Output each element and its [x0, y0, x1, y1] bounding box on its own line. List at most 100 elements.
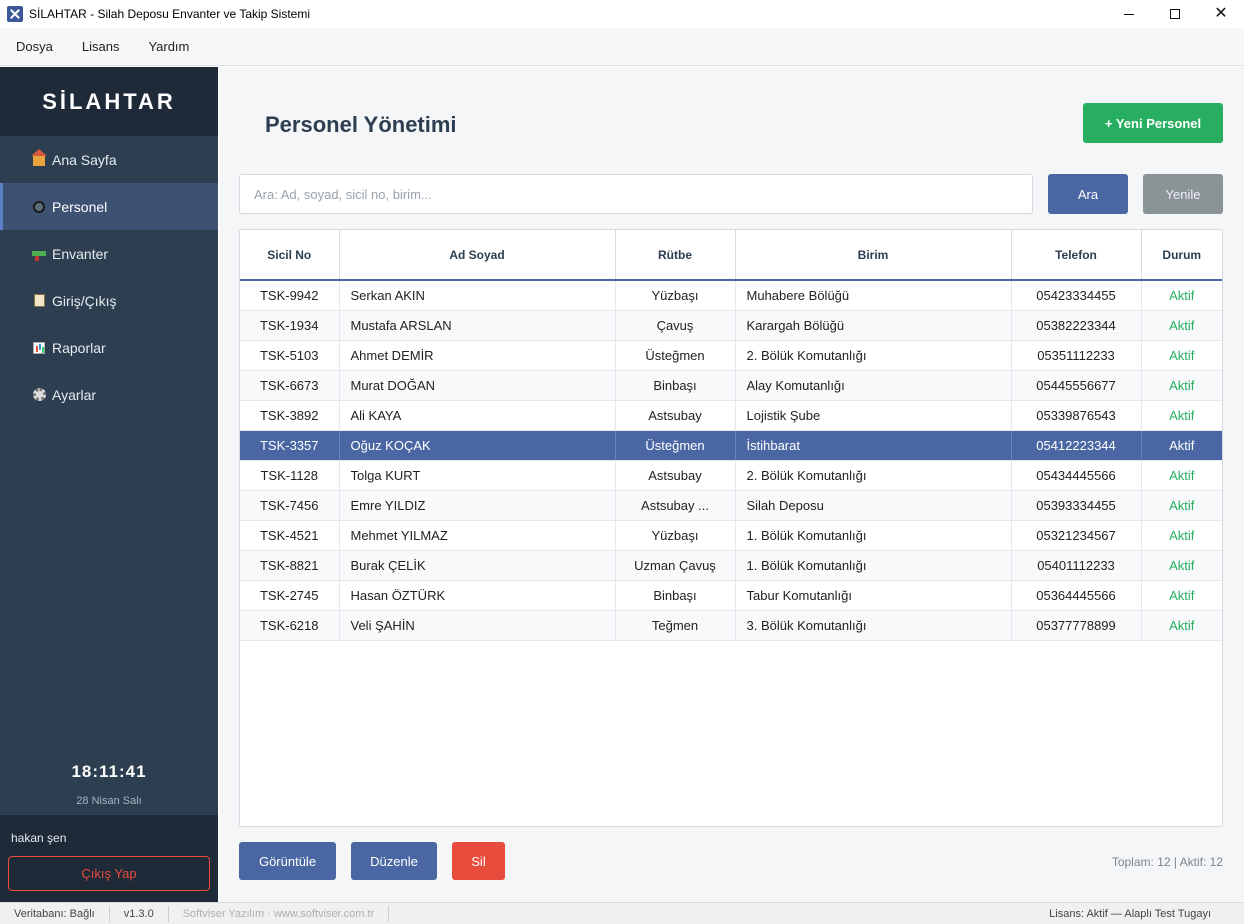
cell-birim: Muhabere Bölüğü [735, 280, 1012, 311]
table-row[interactable]: TSK-7456 Emre YILDIZ Astsubay ... Silah Dep… [240, 490, 1222, 521]
table-row[interactable]: TSK-6673 Murat DOĞAN Binbaşı Alay Komutanlı… [240, 370, 1222, 401]
view-button[interactable]: Görüntüle [239, 842, 336, 880]
cell-telefon: 05382223344 [1011, 310, 1142, 341]
column-header-ad-soyad[interactable]: Ad Soyad [339, 230, 616, 281]
cell-telefon: 05364445566 [1011, 580, 1142, 611]
cell-birim: 1. Bölük Komutanlığı [735, 550, 1012, 581]
menu-yardim[interactable]: Yardım [138, 39, 199, 54]
sidebar-item-ayarlar[interactable]: Ayarlar [0, 371, 218, 418]
sidebar-item-giris-cikis[interactable]: Giriş/Çıkış [0, 277, 218, 324]
user-name: hakan şen [11, 831, 67, 845]
table-row[interactable]: TSK-5103 Ahmet DEMİR Üsteğmen 2. Bölük Komu… [240, 340, 1222, 371]
rifle-icon [32, 247, 46, 261]
cell-ad-soyad: Oğuz KOÇAK [339, 430, 616, 461]
column-header-rutbe[interactable]: Rütbe [615, 230, 736, 281]
maximize-icon [1170, 9, 1180, 19]
cell-ad-soyad: Mehmet YILMAZ [339, 520, 616, 551]
sidebar-item-label: Giriş/Çıkış [52, 292, 117, 309]
sidebar-item-label: Ayarlar [52, 386, 97, 403]
cell-ad-soyad: Ali KAYA [339, 400, 616, 431]
minimize-button[interactable] [1106, 0, 1152, 28]
cell-telefon: 05377778899 [1011, 610, 1142, 641]
sidebar-item-envanter[interactable]: Envanter [0, 230, 218, 277]
cell-durum: Aktif [1141, 370, 1222, 401]
person-icon [32, 200, 46, 214]
menu-dosya[interactable]: Dosya [6, 39, 63, 54]
cell-rutbe: Binbaşı [615, 580, 736, 611]
cell-telefon: 05401112233 [1011, 550, 1142, 581]
page-title: Personel Yönetimi [265, 112, 457, 137]
sidebar-item-ana-sayfa[interactable]: Ana Sayfa [0, 136, 218, 183]
cell-telefon: 05339876543 [1011, 400, 1142, 431]
minimize-icon [1124, 13, 1134, 15]
cell-ad-soyad: Mustafa ARSLAN [339, 310, 616, 341]
cell-sicil-no: TSK-8821 [240, 550, 340, 581]
chart-icon [32, 341, 46, 355]
table-row[interactable]: TSK-8821 Burak ÇELİK Uzman Çavuş 1. Bölük K… [240, 550, 1222, 581]
clock: 18:11:41 [71, 762, 147, 781]
app-icon [7, 6, 23, 22]
search-button[interactable]: Ara [1048, 174, 1128, 214]
cell-durum: Aktif [1141, 340, 1222, 371]
cell-telefon: 05393334455 [1011, 490, 1142, 521]
cell-sicil-no: TSK-3357 [240, 430, 340, 461]
cell-rutbe: Çavuş [615, 310, 736, 341]
window-title: SİLAHTAR - Silah Deposu Envanter ve Taki… [29, 7, 311, 21]
cell-birim: 2. Bölük Komutanlığı [735, 460, 1012, 491]
menu-bar: Dosya Lisans Yardım [0, 28, 1244, 66]
table-body: TSK-9942 Serkan AKIN Yüzbaşı Muhabere Bölüğ… [240, 280, 1222, 641]
maximize-button[interactable] [1152, 0, 1198, 28]
gear-icon [32, 388, 46, 402]
cell-ad-soyad: Serkan AKIN [339, 280, 616, 311]
search-input[interactable] [239, 174, 1033, 214]
close-icon: ✕ [1214, 5, 1228, 22]
table-row[interactable]: TSK-4521 Mehmet YILMAZ Yüzbaşı 1. Bölük Kom… [240, 520, 1222, 551]
cell-durum: Aktif [1141, 520, 1222, 551]
window-controls: ✕ [1106, 0, 1244, 28]
sidebar-item-raporlar[interactable]: Raporlar [0, 324, 218, 371]
table-row[interactable]: TSK-3357 Oğuz KOÇAK Üsteğmen İstihbarat 0541… [240, 430, 1222, 461]
column-header-birim[interactable]: Birim [735, 230, 1012, 281]
cell-rutbe: Binbaşı [615, 370, 736, 401]
menu-lisans[interactable]: Lisans [72, 39, 130, 54]
cell-sicil-no: TSK-2745 [240, 580, 340, 611]
table-row[interactable]: TSK-1128 Tolga KURT Astsubay 2. Bölük Komut… [240, 460, 1222, 491]
cell-rutbe: Uzman Çavuş [615, 550, 736, 581]
cell-durum: Aktif [1141, 610, 1222, 641]
table-row[interactable]: TSK-3892 Ali KAYA Astsubay Lojistik Şube 053… [240, 400, 1222, 431]
cell-telefon: 05412223344 [1011, 430, 1142, 461]
app-logo: SİLAHTAR [42, 88, 176, 114]
delete-button[interactable]: Sil [452, 842, 505, 880]
refresh-button[interactable]: Yenile [1143, 174, 1223, 214]
new-personnel-button[interactable]: + Yeni Personel [1083, 103, 1223, 143]
cell-sicil-no: TSK-7456 [240, 490, 340, 521]
sidebar-item-label: Raporlar [52, 339, 106, 356]
table-row[interactable]: TSK-1934 Mustafa ARSLAN Çavuş Karargah Bölü… [240, 310, 1222, 341]
cell-rutbe: Teğmen [615, 610, 736, 641]
license-status: Lisans: Aktif — Alaplı Test Tugayı [1049, 907, 1211, 920]
column-header-durum[interactable]: Durum [1141, 230, 1222, 281]
cell-birim: 3. Bölük Komutanlığı [735, 610, 1012, 641]
cell-ad-soyad: Tolga KURT [339, 460, 616, 491]
cell-durum: Aktif [1141, 310, 1222, 341]
db-status: Veritabanı: Bağlı [0, 905, 110, 922]
sidebar-item-personel[interactable]: Personel [0, 183, 218, 230]
table-row[interactable]: TSK-9942 Serkan AKIN Yüzbaşı Muhabere Bölüğ… [240, 280, 1222, 311]
table-row[interactable]: TSK-6218 Veli ŞAHİN Teğmen 3. Bölük Komutan… [240, 610, 1222, 641]
edit-button[interactable]: Düzenle [351, 842, 437, 880]
table-row[interactable]: TSK-2745 Hasan ÖZTÜRK Binbaşı Tabur Komutan… [240, 580, 1222, 611]
close-button[interactable]: ✕ [1198, 0, 1244, 28]
cell-birim: 2. Bölük Komutanlığı [735, 340, 1012, 371]
version-label: v1.3.0 [110, 905, 169, 922]
column-header-telefon[interactable]: Telefon [1011, 230, 1142, 281]
main-content: Personel Yönetimi + Yeni Personel Ara Ye… [219, 67, 1244, 902]
logout-button[interactable]: Çıkış Yap [8, 856, 210, 891]
cell-sicil-no: TSK-9942 [240, 280, 340, 311]
column-header-sicil-no[interactable]: Sicil No [240, 230, 340, 281]
home-icon [31, 149, 47, 167]
cell-rutbe: Astsubay [615, 400, 736, 431]
cell-sicil-no: TSK-5103 [240, 340, 340, 371]
cell-birim: Lojistik Şube [735, 400, 1012, 431]
cell-birim: Silah Deposu [735, 490, 1012, 521]
cell-sicil-no: TSK-1934 [240, 310, 340, 341]
